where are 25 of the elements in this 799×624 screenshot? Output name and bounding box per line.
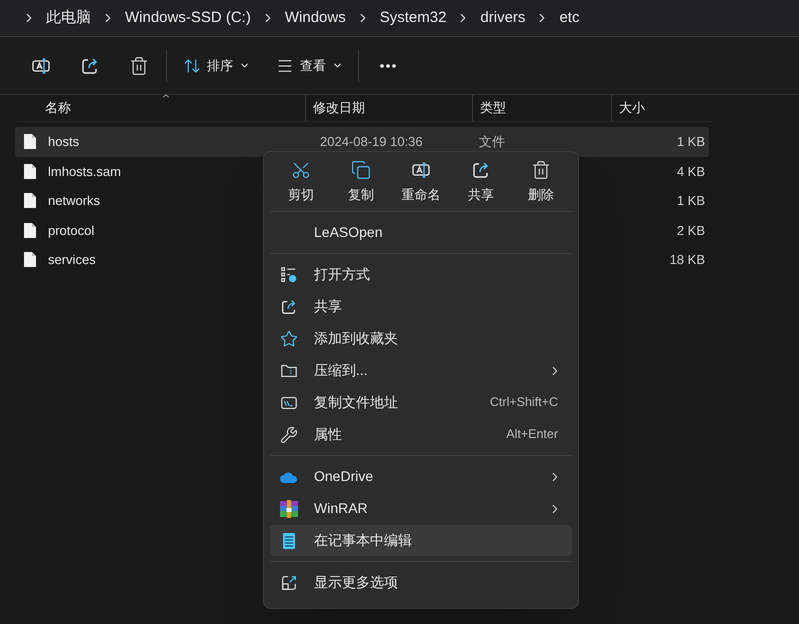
menu-item-label: 在记事本中编辑 <box>314 531 413 550</box>
file-type: 文件 <box>479 134 505 149</box>
menu-item-label: 添加到收藏夹 <box>314 329 399 348</box>
file-size: 18 KB <box>670 252 705 267</box>
shortcut-label: Alt+Enter <box>506 426 558 444</box>
menu-item-label: 复制文件地址 <box>314 393 399 412</box>
file-name: lmhosts.sam <box>48 162 121 180</box>
menu-item-label: 属性 <box>314 425 343 444</box>
file-size: 1 KB <box>676 134 705 149</box>
menu-item-label: 显示更多选项 <box>314 573 399 592</box>
menu-item-label: 压缩到... <box>314 361 369 380</box>
menu-item-label: 打开方式 <box>314 265 371 284</box>
file-name: services <box>48 251 96 269</box>
shortcut-label: Ctrl+Shift+C <box>490 394 558 412</box>
file-name: protocol <box>48 222 94 240</box>
menu-item-label: WinRAR <box>314 499 369 518</box>
file-size: 1 KB <box>676 193 705 208</box>
menu-item-label: LeASOpen <box>314 223 384 242</box>
menu-item-label: OneDrive <box>314 467 374 486</box>
file-name: hosts <box>48 133 80 151</box>
file-name: networks <box>48 192 100 210</box>
modified-date: 2024-08-19 10:36 <box>320 134 423 149</box>
file-size: 4 KB <box>676 164 705 178</box>
file-size: 2 KB <box>676 222 705 238</box>
menu-item-label: 共享 <box>314 297 343 316</box>
